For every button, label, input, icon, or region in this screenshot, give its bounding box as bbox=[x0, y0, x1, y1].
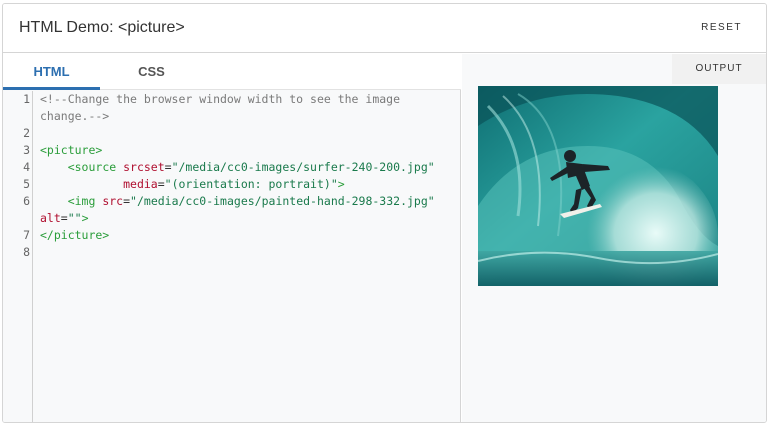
example-title: HTML Demo: <picture> bbox=[19, 19, 185, 36]
line-number: 8 bbox=[23, 245, 30, 259]
code-token: "" bbox=[67, 211, 82, 225]
code-editor[interactable]: 1 <!--Change the browser window width to … bbox=[3, 91, 461, 261]
tab-css[interactable]: CSS bbox=[103, 54, 200, 90]
line-number: 2 bbox=[23, 126, 30, 140]
line-number: 1 bbox=[23, 92, 30, 106]
interactive-example: HTML Demo: <picture> RESET HTML CSS 1 <!-… bbox=[2, 3, 767, 423]
tab-html[interactable]: HTML bbox=[3, 54, 100, 90]
code-token: </picture> bbox=[40, 228, 110, 242]
editor-tabs: HTML CSS bbox=[3, 54, 461, 90]
code-token: media bbox=[123, 177, 158, 191]
code-token: = bbox=[60, 211, 68, 225]
code-line: 2 bbox=[3, 125, 461, 142]
code-line: 6 <img src="/media/cc0-images/painted-ha… bbox=[3, 193, 461, 210]
code-token: "/media/cc0-images/painted-hand-298-332.… bbox=[130, 194, 435, 208]
line-number: 6 bbox=[23, 194, 30, 208]
code-token: <source bbox=[67, 160, 124, 174]
code-line: 1 <!--Change the browser window width to … bbox=[3, 91, 461, 108]
code-token: > bbox=[81, 211, 89, 225]
code-token: <img bbox=[67, 194, 103, 208]
surfer-image bbox=[478, 86, 718, 286]
code-token: "/media/cc0-images/surfer-240-200.jpg" bbox=[171, 160, 435, 174]
code-line: change.--> bbox=[3, 108, 461, 125]
line-number: 5 bbox=[23, 177, 30, 191]
line-number: 7 bbox=[23, 228, 30, 242]
code-token: src bbox=[102, 194, 124, 208]
code-line: alt=""> bbox=[3, 210, 461, 227]
code-token: <!--Change the browser window width to s… bbox=[40, 92, 401, 106]
code-token: change.--> bbox=[40, 109, 110, 123]
code-token: alt bbox=[40, 211, 61, 225]
code-line: 4 <source srcset="/media/cc0-images/surf… bbox=[3, 159, 461, 176]
code-token: = bbox=[123, 194, 131, 208]
code-token: srcset bbox=[123, 160, 165, 174]
example-header: HTML Demo: <picture> RESET bbox=[3, 4, 766, 53]
editor-pane: HTML CSS 1 <!--Change the browser window … bbox=[3, 54, 461, 422]
code-line: 3 <picture> bbox=[3, 142, 461, 159]
code-token: = bbox=[164, 160, 172, 174]
code-token: > bbox=[337, 177, 345, 191]
output-tab: OUTPUT bbox=[672, 54, 766, 84]
code-token: "(orientation: portrait)" bbox=[164, 177, 338, 191]
output-pane: OUTPUT bbox=[462, 54, 766, 422]
code-line: 5 media="(orientation: portrait)"> bbox=[3, 176, 461, 193]
line-number: 4 bbox=[23, 160, 30, 174]
code-line: 8 bbox=[3, 244, 461, 261]
code-token: <picture> bbox=[40, 143, 103, 157]
code-line: 7 </picture> bbox=[3, 227, 461, 244]
line-number: 3 bbox=[23, 143, 30, 157]
code-token: = bbox=[157, 177, 165, 191]
reset-button[interactable]: RESET bbox=[701, 22, 742, 33]
